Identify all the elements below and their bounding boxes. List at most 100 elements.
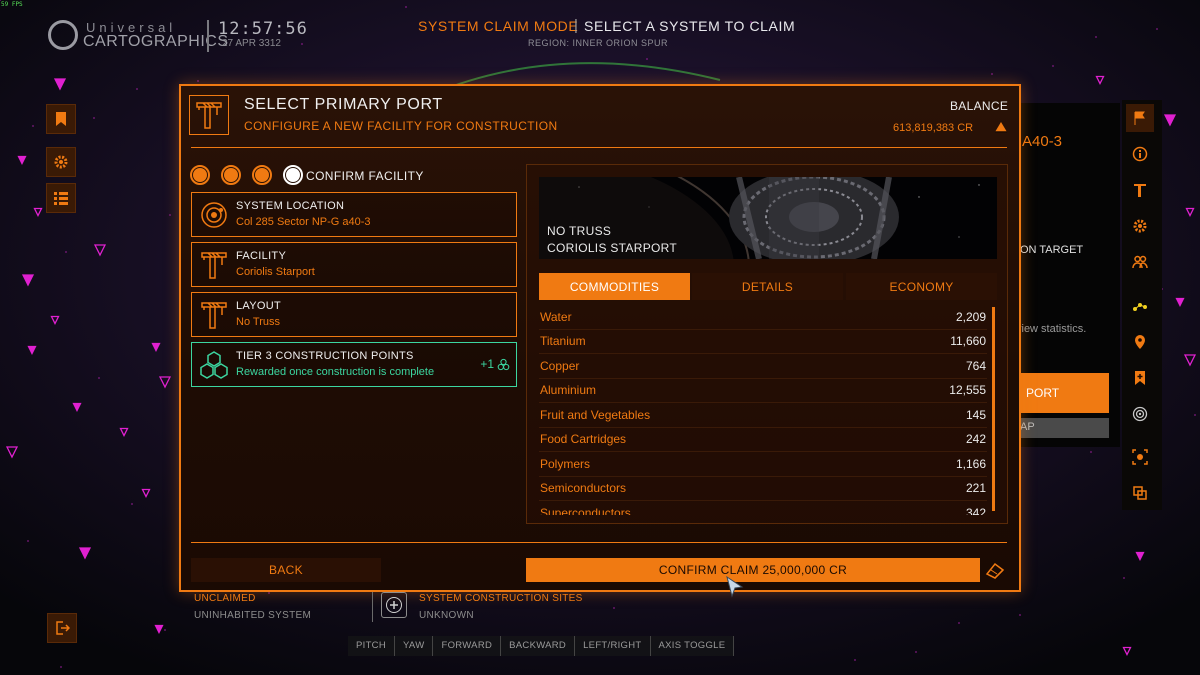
card-label: SYSTEM LOCATION (236, 200, 345, 212)
tab-details[interactable]: DETAILS (692, 273, 843, 300)
crane-icon[interactable] (1126, 176, 1154, 204)
star-dot (991, 73, 993, 75)
flag-icon[interactable] (1126, 104, 1154, 132)
select-port-button[interactable]: PORT (1014, 373, 1109, 413)
step-3-indicator (252, 165, 272, 185)
list-item: Titanium 11,660 (539, 330, 987, 354)
route-icon[interactable] (1126, 292, 1154, 320)
star-dot (1123, 577, 1125, 579)
header-divider (191, 147, 1007, 148)
star-dot (131, 503, 133, 505)
orbit-icon (196, 197, 232, 233)
bookmark-plus-icon[interactable] (1126, 364, 1154, 392)
fps-counter: 59 FPS (1, 1, 23, 8)
facility-card[interactable]: FACILITY Coriolis Starport (191, 242, 517, 287)
cubes-icon (196, 347, 232, 383)
universal-cartographics-logo-icon (48, 20, 78, 50)
star-dot (613, 607, 615, 609)
star-dot (98, 377, 100, 379)
dialog-subtitle: CONFIGURE A NEW FACILITY FOR CONSTRUCTIO… (244, 119, 558, 133)
commodity-name: Food Cartridges (540, 432, 627, 447)
star-dot (646, 58, 648, 60)
population-status: UNINHABITED SYSTEM (194, 610, 312, 621)
game-clock: 12:57:56 (218, 19, 308, 39)
add-construction-site-button[interactable] (381, 592, 407, 618)
star-dot (32, 125, 34, 127)
control-hint: YAW (395, 636, 434, 656)
star-dot (268, 592, 270, 594)
star-dot (854, 659, 856, 661)
crane-icon (196, 247, 232, 283)
list-item: Copper 764 (539, 354, 987, 379)
layout-card[interactable]: LAYOUT No Truss (191, 292, 517, 337)
tab-economy[interactable]: ECONOMY (846, 273, 997, 300)
commodity-name: Aluminium (540, 383, 597, 398)
star-dot (1019, 614, 1021, 616)
mouse-cursor (726, 576, 744, 598)
card-value: Coriolis Starport (236, 266, 315, 278)
system-location-card[interactable]: SYSTEM LOCATION Col 285 Sector NP-G a40-… (191, 192, 517, 237)
gear-icon[interactable] (1126, 212, 1154, 240)
commodity-name: Copper (540, 358, 580, 373)
list-item: Food Cartridges 242 (539, 428, 987, 452)
commodity-quantity: 11,660 (950, 334, 986, 349)
construction-points-bonus: +1 (480, 357, 510, 371)
confirm-claim-button[interactable]: CONFIRM CLAIM 25,000,000 CR (526, 558, 980, 582)
info-icon[interactable] (1126, 140, 1154, 168)
list-item: Superconductors 342 (539, 501, 987, 515)
preview-facility-name: CORIOLIS STARPORT (547, 241, 678, 255)
crane-icon (196, 297, 232, 333)
credits-icon (995, 122, 1007, 133)
commodity-quantity: 242 (965, 432, 986, 447)
controls-hint-bar: PITCH YAW FORWARD BACKWARD LEFT/RIGHT AX… (348, 636, 735, 656)
bookmark-icon[interactable] (46, 104, 76, 134)
focus-icon[interactable] (1126, 443, 1154, 471)
construction-sites-label: SYSTEM CONSTRUCTION SITES (419, 593, 583, 604)
mode-instruction: SELECT A SYSTEM TO CLAIM (584, 18, 796, 34)
bottom-divider (372, 592, 373, 622)
commodity-name: Semiconductors (540, 481, 627, 496)
system-info-hint: view statistics. (1016, 323, 1087, 335)
commodity-quantity: 221 (965, 481, 986, 496)
people-icon[interactable] (1126, 248, 1154, 276)
construction-points-card: TIER 3 CONSTRUCTION POINTS Rewarded once… (191, 342, 517, 387)
step-1-indicator (190, 165, 210, 185)
list-item: Semiconductors 221 (539, 477, 987, 501)
control-hint: LEFT/RIGHT (575, 636, 651, 656)
game-date: 27 APR 3312 (222, 38, 281, 49)
commodity-name: Superconductors (540, 505, 631, 515)
tab-commodities[interactable]: COMMODITIES (539, 273, 690, 300)
preview-layout-name: NO TRUSS (547, 224, 612, 238)
star-dot (301, 43, 303, 45)
map-button[interactable]: AP (1014, 418, 1109, 438)
star-dot (405, 6, 407, 8)
star-dot (915, 651, 917, 653)
crane-icon (189, 95, 229, 135)
exit-icon[interactable] (47, 613, 77, 643)
star-dot (197, 80, 199, 82)
cubes-icon (497, 358, 510, 370)
control-hint: FORWARD (433, 636, 502, 656)
list-item: Fruit and Vegetables 145 (539, 403, 987, 428)
commodity-name: Water (540, 309, 572, 324)
star-dot (1194, 414, 1196, 416)
footer-divider (191, 542, 1007, 543)
mode-title: SYSTEM CLAIM MODE (418, 18, 579, 34)
step-4-indicator (283, 165, 303, 185)
step-2-indicator (221, 165, 241, 185)
commodity-quantity: 145 (965, 407, 986, 422)
list-icon[interactable] (46, 183, 76, 213)
card-value: No Truss (236, 316, 281, 328)
book-icon[interactable] (983, 558, 1007, 582)
back-button[interactable]: BACK (191, 558, 381, 582)
pin-icon[interactable] (1126, 328, 1154, 356)
settings-icon[interactable] (46, 147, 76, 177)
target-icon[interactable] (1126, 400, 1154, 428)
current-step-label: CONFIRM FACILITY (306, 169, 424, 183)
commodities-scrollbar[interactable] (992, 307, 995, 511)
layers-icon[interactable] (1126, 479, 1154, 507)
commodities-list[interactable]: Water 2,209 Titanium 11,660 Copper 764 Alum… (539, 305, 987, 515)
card-value: Rewarded once construction is complete (236, 366, 435, 378)
star-dot (1090, 451, 1092, 453)
star-dot (1095, 36, 1097, 38)
